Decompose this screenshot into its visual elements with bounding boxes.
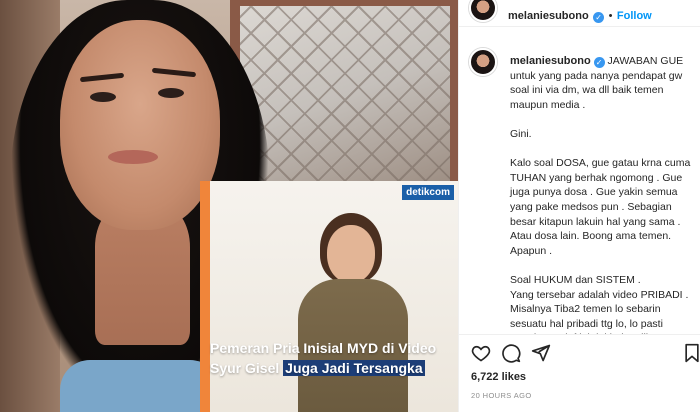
news-card: detikcom Pemeran Pria Inisial MYD di Vid… xyxy=(200,181,458,412)
caption-paragraph: Gini. xyxy=(510,127,532,140)
share-icon[interactable] xyxy=(531,343,551,363)
header-user-row: melaniesubono ✓ • Follow xyxy=(508,6,652,24)
caption-avatar[interactable] xyxy=(469,48,497,76)
header-avatar[interactable] xyxy=(469,0,497,22)
follow-button[interactable]: Follow xyxy=(617,10,652,22)
heart-icon[interactable] xyxy=(471,343,491,363)
caption-verified-badge-icon: ✓ xyxy=(593,57,605,68)
post-header: melaniesubono ✓ • Follow xyxy=(459,0,700,27)
post-actions: 6,722 likes 20 HOURS AGO xyxy=(459,334,700,412)
post-photo[interactable]: detikcom Pemeran Pria Inisial MYD di Vid… xyxy=(0,0,458,412)
likes-count[interactable]: 6,722 likes xyxy=(471,371,526,383)
caption-paragraph: Kalo soal DOSA, gue gatau krna cuma TUHA… xyxy=(510,157,691,257)
post-sidebar: melaniesubono ✓ • Follow melaniesubono ✓… xyxy=(458,0,700,412)
comment-icon[interactable] xyxy=(501,343,521,363)
post-caption: melaniesubono ✓ JAWABAN GUE untuk yang p… xyxy=(510,54,692,334)
header-separator: • xyxy=(608,10,613,22)
caption-scroll-area[interactable]: melaniesubono ✓ JAWABAN GUE untuk yang p… xyxy=(459,37,700,334)
header-username[interactable]: melaniesubono xyxy=(508,10,589,22)
news-headline: Pemeran Pria Inisial MYD di Video Syur G… xyxy=(210,338,450,378)
photo-lips xyxy=(108,150,158,164)
bookmark-icon[interactable] xyxy=(683,343,700,363)
verified-badge-icon: ✓ xyxy=(593,12,605,23)
caption-username[interactable]: melaniesubono xyxy=(510,55,591,67)
photo-face xyxy=(60,20,220,230)
photo-clothing xyxy=(60,360,220,412)
caption-paragraph: Soal HUKUM dan SISTEM . Yang tersebar ad… xyxy=(510,273,689,334)
post-timestamp[interactable]: 20 HOURS AGO xyxy=(471,391,532,400)
photo-eye-left xyxy=(90,92,116,102)
detik-logo: detikcom xyxy=(402,185,454,200)
photo-window-grill xyxy=(240,6,450,182)
caption-paragraph: melaniesubono ✓ JAWABAN GUE untuk yang p… xyxy=(510,54,692,112)
photo-eye-right xyxy=(158,88,184,98)
news-person-face xyxy=(327,225,375,283)
news-headline-highlight: Juga Jadi Tersangka xyxy=(283,360,425,376)
